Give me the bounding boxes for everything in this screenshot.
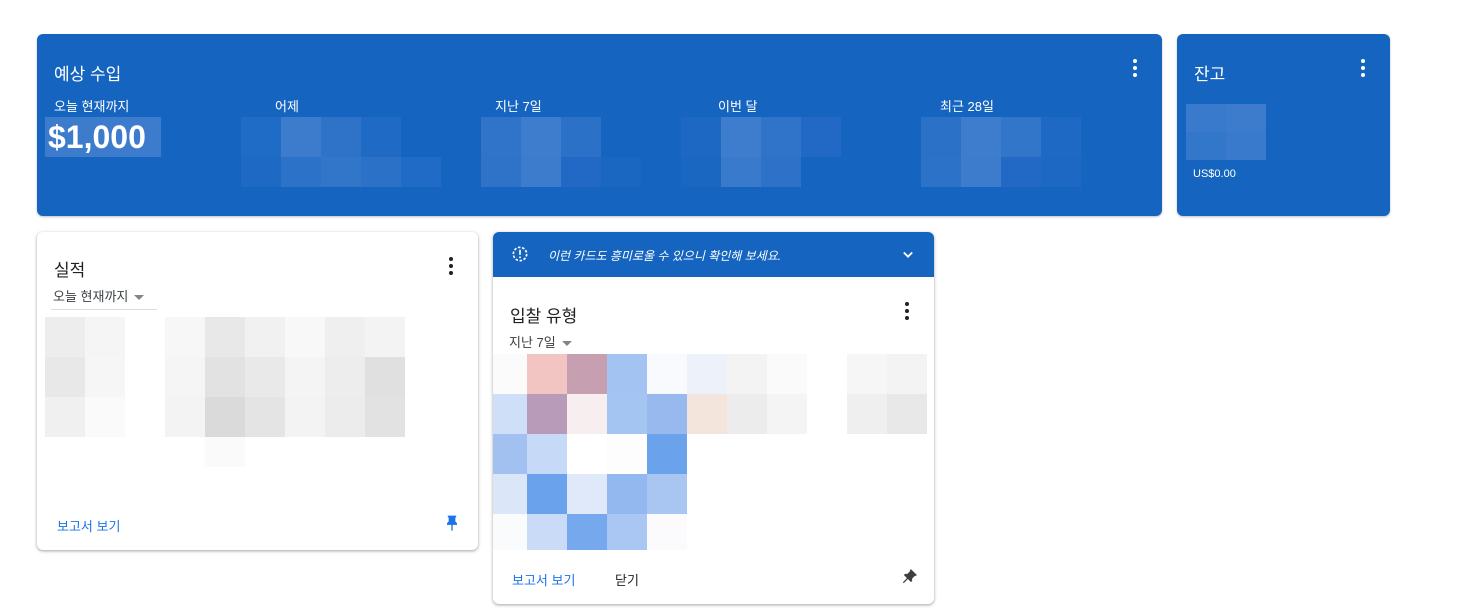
card-title: 실적 — [54, 261, 86, 280]
blurred-balance-value — [1186, 104, 1266, 165]
chevron-down-icon[interactable] — [898, 245, 918, 265]
suggestion-banner[interactable]: 이런 카드도 흥미로울 수 있으니 확인해 보세요. — [493, 232, 934, 277]
more-vert-icon[interactable] — [1123, 56, 1147, 80]
blurred-performance-metrics — [45, 317, 405, 472]
bid-types-card: 이런 카드도 흥미로울 수 있으니 확인해 보세요. 입찰 유형 지난 7일 보… — [493, 232, 934, 604]
close-button[interactable]: 닫기 — [615, 570, 639, 589]
metric-value-today: $1,000 — [45, 117, 161, 157]
lightbulb-icon — [510, 244, 530, 264]
date-range-dropdown[interactable]: 지난 7일 — [509, 332, 572, 351]
card-title: 입찰 유형 — [510, 307, 578, 326]
view-report-link[interactable]: 보고서 보기 — [57, 516, 120, 535]
date-range-value: 오늘 현재까지 — [53, 289, 129, 304]
blurred-value-28days — [921, 117, 1081, 192]
estimated-earnings-card: 예상 수입 오늘 현재까지 $1,000 어제 지난 7일 이번 달 최근 28… — [37, 34, 1162, 216]
dropdown-underline — [51, 309, 157, 310]
view-report-link[interactable]: 보고서 보기 — [512, 570, 575, 589]
banner-text: 이런 카드도 흥미로울 수 있으니 확인해 보세요. — [548, 249, 782, 263]
chevron-down-icon — [561, 341, 572, 347]
metric-label-this-month: 이번 달 — [718, 99, 758, 114]
more-vert-icon[interactable] — [895, 299, 919, 323]
blurred-value-this-month — [681, 117, 841, 192]
card-title: 잔고 — [1194, 65, 1226, 84]
performance-card: 실적 오늘 현재까지 보고서 보기 — [37, 232, 478, 550]
blurred-value-7days — [481, 117, 641, 192]
date-range-dropdown[interactable]: 오늘 현재까지 — [53, 286, 145, 305]
balance-card: 잔고 US$0.00 — [1177, 34, 1390, 216]
metric-label-28days: 최근 28일 — [940, 99, 994, 114]
pin-icon[interactable] — [898, 568, 918, 588]
card-title: 예상 수입 — [54, 65, 122, 84]
balance-amount: US$0.00 — [1193, 168, 1236, 180]
more-vert-icon[interactable] — [439, 254, 463, 278]
chevron-down-icon — [134, 295, 145, 301]
metric-label-7days: 지난 7일 — [495, 99, 542, 114]
pin-icon[interactable] — [442, 514, 462, 534]
blurred-bid-type-chart — [493, 354, 927, 555]
metric-label-today: 오늘 현재까지 — [54, 99, 130, 114]
blurred-value-yesterday — [241, 117, 441, 192]
metric-label-yesterday: 어제 — [275, 99, 299, 114]
more-vert-icon[interactable] — [1351, 56, 1375, 80]
date-range-value: 지난 7일 — [509, 335, 556, 350]
